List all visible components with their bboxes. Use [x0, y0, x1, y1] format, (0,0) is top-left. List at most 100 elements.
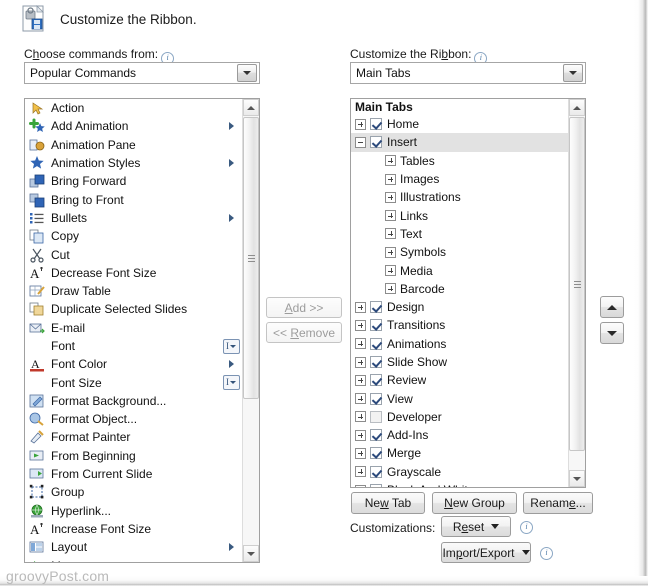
- ribbon-tree-item[interactable]: Links: [351, 206, 568, 224]
- scroll-thumb[interactable]: [243, 117, 259, 399]
- chevron-down-icon[interactable]: [563, 64, 583, 82]
- command-list-item[interactable]: Cut: [25, 245, 242, 263]
- command-list-item[interactable]: Duplicate Selected Slides: [25, 300, 242, 318]
- ribbon-tree-item[interactable]: Images: [351, 170, 568, 188]
- command-list-item[interactable]: Font I: [25, 337, 242, 355]
- reset-button[interactable]: Reset: [441, 516, 511, 537]
- ribbon-tree-item[interactable]: Design: [351, 298, 568, 316]
- ribbon-tab-checkbox[interactable]: [370, 337, 382, 350]
- ribbon-tree-item[interactable]: Grayscale: [351, 463, 568, 481]
- expand-icon[interactable]: [385, 283, 396, 295]
- expand-icon[interactable]: [355, 447, 366, 459]
- ribbon-tab-checkbox[interactable]: [370, 356, 382, 368]
- ribbon-tree-item[interactable]: Home: [351, 115, 568, 133]
- ribbon-tree-item[interactable]: Illustrations: [351, 188, 568, 206]
- ribbon-tree-item[interactable]: Developer: [351, 408, 568, 426]
- ribbon-tree-scrollbar[interactable]: [568, 99, 585, 487]
- commands-list[interactable]: Action Add Animation Animation Pane Animati…: [25, 99, 242, 562]
- info-icon[interactable]: i: [520, 521, 533, 534]
- expand-icon[interactable]: [355, 411, 366, 423]
- scroll-down-button[interactable]: [243, 545, 259, 562]
- command-list-item[interactable]: Bring to Front: [25, 190, 242, 208]
- expand-icon[interactable]: [355, 319, 366, 331]
- ribbon-tree-item[interactable]: Text: [351, 225, 568, 243]
- command-list-item[interactable]: Font Size I: [25, 373, 242, 391]
- collapse-icon[interactable]: [355, 136, 366, 148]
- ribbon-tab-checkbox[interactable]: [370, 447, 382, 460]
- expand-icon[interactable]: [385, 246, 396, 258]
- ribbon-tree-item[interactable]: View: [351, 389, 568, 407]
- scroll-thumb[interactable]: [569, 117, 585, 451]
- customize-ribbon-combo[interactable]: Main Tabs: [350, 62, 586, 84]
- command-list-item[interactable]: Macros: [25, 556, 242, 562]
- command-list-item[interactable]: Animation Styles: [25, 154, 242, 172]
- command-list-item[interactable]: From Current Slide: [25, 465, 242, 483]
- ribbon-tree-item[interactable]: Barcode: [351, 280, 568, 298]
- ribbon-tree-item[interactable]: Symbols: [351, 243, 568, 261]
- ribbon-tab-checkbox[interactable]: [370, 429, 382, 442]
- expand-icon[interactable]: [355, 393, 366, 405]
- command-list-item[interactable]: Add Animation: [25, 117, 242, 135]
- ribbon-tree-item[interactable]: Merge: [351, 444, 568, 462]
- ribbon-tree-listbox[interactable]: Main Tabs Home Insert Tables Images Illustra…: [350, 98, 586, 488]
- scroll-up-button[interactable]: [243, 99, 259, 116]
- ribbon-tree-item[interactable]: Animations: [351, 335, 568, 353]
- expand-icon[interactable]: [385, 173, 396, 185]
- expand-icon[interactable]: [385, 155, 396, 167]
- info-icon[interactable]: i: [540, 547, 553, 560]
- new-tab-button[interactable]: New Tab: [351, 492, 425, 514]
- expand-icon[interactable]: [355, 356, 366, 368]
- ribbon-tree-item[interactable]: Transitions: [351, 316, 568, 334]
- ribbon-tree-item[interactable]: Insert: [351, 133, 568, 152]
- command-list-item[interactable]: Action: [25, 99, 242, 117]
- command-list-item[interactable]: Bullets: [25, 209, 242, 227]
- command-list-item[interactable]: Layout: [25, 538, 242, 556]
- remove-button[interactable]: << Remove: [266, 322, 342, 343]
- command-list-item[interactable]: Format Object...: [25, 410, 242, 428]
- ribbon-tree-item[interactable]: Media: [351, 261, 568, 279]
- expand-icon[interactable]: [355, 301, 366, 313]
- chevron-down-icon[interactable]: [237, 64, 257, 82]
- command-list-item[interactable]: Animation Pane: [25, 136, 242, 154]
- expand-icon[interactable]: [385, 191, 396, 203]
- ribbon-tree-item[interactable]: Slide Show: [351, 353, 568, 371]
- command-list-item[interactable]: From Beginning: [25, 447, 242, 465]
- ribbon-tab-checkbox[interactable]: [370, 392, 382, 405]
- expand-icon[interactable]: [355, 429, 366, 441]
- ribbon-tree-item[interactable]: Tables: [351, 152, 568, 170]
- command-list-item[interactable]: Draw Table: [25, 282, 242, 300]
- commands-listbox[interactable]: Action Add Animation Animation Pane Animati…: [24, 98, 260, 563]
- expand-icon[interactable]: [385, 210, 396, 222]
- command-list-item[interactable]: Format Background...: [25, 392, 242, 410]
- ribbon-tree[interactable]: Main Tabs Home Insert Tables Images Illustra…: [351, 99, 568, 487]
- expand-icon[interactable]: [385, 228, 396, 240]
- choose-commands-from-combo[interactable]: Popular Commands: [24, 62, 260, 84]
- expand-icon[interactable]: [355, 484, 366, 487]
- move-up-button[interactable]: [600, 296, 624, 318]
- command-list-item[interactable]: E-mail: [25, 319, 242, 337]
- expand-icon[interactable]: [385, 265, 396, 277]
- expand-icon[interactable]: [355, 338, 366, 350]
- ribbon-tab-checkbox[interactable]: [370, 319, 382, 332]
- add-button[interactable]: Add >>: [266, 297, 342, 318]
- scroll-up-button[interactable]: [569, 99, 585, 116]
- command-list-item[interactable]: Bring Forward: [25, 172, 242, 190]
- new-group-button[interactable]: New Group: [432, 492, 517, 514]
- ribbon-tree-item[interactable]: Review: [351, 371, 568, 389]
- command-list-item[interactable]: A Increase Font Size: [25, 520, 242, 538]
- expand-icon[interactable]: [355, 118, 366, 130]
- ribbon-tab-checkbox[interactable]: [370, 118, 382, 131]
- ribbon-tab-checkbox[interactable]: [370, 136, 382, 149]
- ribbon-tree-item[interactable]: Black And White: [351, 481, 568, 487]
- move-down-button[interactable]: [600, 322, 624, 344]
- command-list-item[interactable]: A Decrease Font Size: [25, 264, 242, 282]
- expand-icon[interactable]: [355, 466, 366, 478]
- command-list-item[interactable]: A Font Color: [25, 355, 242, 373]
- import-export-button[interactable]: Import/Export: [441, 542, 531, 563]
- command-list-item[interactable]: Copy: [25, 227, 242, 245]
- command-list-item[interactable]: Format Painter: [25, 428, 242, 446]
- scroll-down-button[interactable]: [569, 470, 585, 487]
- command-list-item[interactable]: Hyperlink...: [25, 502, 242, 520]
- ribbon-tab-checkbox[interactable]: [370, 374, 382, 387]
- commands-scrollbar[interactable]: [242, 99, 259, 562]
